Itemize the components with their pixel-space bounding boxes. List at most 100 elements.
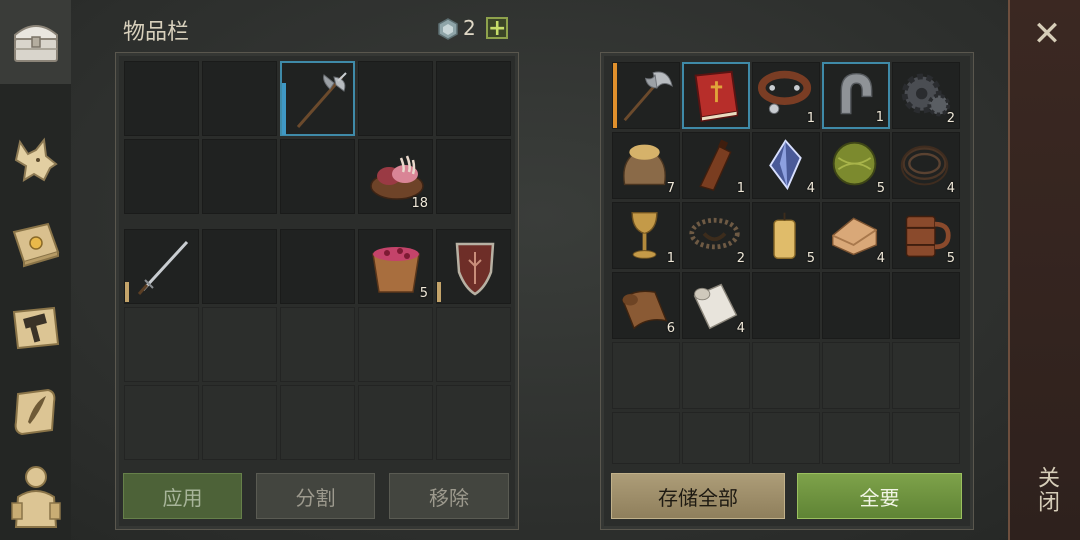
close-panel[interactable]: ✕ 关闭	[1008, 0, 1080, 540]
storage-slot[interactable]: 7	[612, 132, 680, 199]
storage-slot[interactable]: 5	[822, 132, 890, 199]
character-icon	[11, 466, 61, 528]
item-count: 5	[419, 286, 428, 301]
red-book-icon	[694, 70, 739, 122]
item-count: 5	[946, 251, 955, 266]
storage-slot[interactable]	[892, 342, 960, 409]
inventory-slot[interactable]	[436, 307, 511, 382]
storage-slot[interactable]: 1	[822, 62, 890, 129]
leather-scroll-icon	[621, 290, 668, 330]
crystal-icon	[769, 139, 802, 191]
store-all-button[interactable]: 存储全部	[611, 473, 785, 519]
inventory-slot[interactable]	[202, 307, 277, 382]
storage-slot[interactable]	[752, 342, 820, 409]
inventory-slot[interactable]	[124, 307, 199, 382]
storage-slot[interactable]	[892, 272, 960, 339]
inventory-slot-meat[interactable]: 18	[358, 139, 433, 214]
equipment-slot-shield[interactable]	[436, 229, 511, 304]
item-count: 1	[736, 181, 745, 196]
remove-button[interactable]: 移除	[389, 473, 509, 519]
split-button[interactable]: 分割	[256, 473, 375, 519]
character-tab[interactable]	[6, 466, 66, 528]
item-count: 18	[411, 196, 428, 211]
item-count: 4	[876, 251, 885, 266]
apply-button[interactable]: 应用	[123, 473, 242, 519]
inventory-slot[interactable]	[124, 385, 199, 460]
sun-book-tab[interactable]	[6, 214, 66, 274]
inventory-slot[interactable]	[280, 139, 355, 214]
storage-slot[interactable]: 1	[682, 132, 750, 199]
storage-slot[interactable]: 5	[752, 202, 820, 269]
candle-icon	[773, 212, 796, 259]
inventory-slot[interactable]	[280, 385, 355, 460]
storage-slot[interactable]	[682, 412, 750, 464]
item-count: 7	[666, 181, 675, 196]
take-all-button[interactable]: 全要	[797, 473, 962, 519]
rope-icon	[900, 145, 949, 186]
chest-tab[interactable]	[6, 10, 66, 70]
inventory-slot[interactable]	[202, 385, 277, 460]
inventory-slot[interactable]	[280, 307, 355, 382]
hammer-map-icon	[12, 306, 60, 350]
inventory-slot[interactable]	[358, 61, 433, 136]
close-label[interactable]: 关闭	[1010, 460, 1080, 520]
storage-slot[interactable]	[612, 62, 680, 129]
berry-bucket-icon	[372, 247, 420, 293]
item-count: 1	[875, 110, 884, 125]
storage-slot[interactable]: 4	[892, 132, 960, 199]
inventory-slot[interactable]	[436, 385, 511, 460]
storage-slot[interactable]	[752, 272, 820, 339]
item-count: 4	[806, 181, 815, 196]
durability-bar	[282, 83, 286, 135]
inventory-title: 物品栏	[123, 20, 190, 45]
inventory-slot[interactable]	[124, 139, 199, 214]
storage-slot[interactable]: 6	[612, 272, 680, 339]
scroll-feather-icon	[14, 388, 56, 436]
inventory-slot[interactable]	[358, 307, 433, 382]
item-count: 2	[736, 251, 745, 266]
storage-slot[interactable]: 4	[822, 202, 890, 269]
storage-slot[interactable]	[682, 62, 750, 129]
left-sidebar	[0, 0, 71, 540]
equipment-slot-weapon[interactable]	[124, 229, 199, 304]
item-count: 4	[946, 181, 955, 196]
inventory-slot[interactable]	[436, 139, 511, 214]
grain-sack-icon	[623, 144, 666, 186]
inventory-slot[interactable]	[358, 385, 433, 460]
storage-slot[interactable]: 1	[752, 62, 820, 129]
hammer-map-tab[interactable]	[6, 298, 66, 358]
equipment-slot-empty[interactable]	[280, 229, 355, 304]
inventory-slot[interactable]	[202, 139, 277, 214]
inventory-slot[interactable]	[436, 61, 511, 136]
storage-slot[interactable]	[752, 412, 820, 464]
equipment-slot-berry-bucket[interactable]: 5	[358, 229, 433, 304]
storage-slot[interactable]	[822, 272, 890, 339]
close-icon[interactable]: ✕	[1032, 14, 1062, 54]
equipment-slot-empty[interactable]	[202, 229, 277, 304]
storage-slot[interactable]	[682, 342, 750, 409]
durability-bar	[125, 282, 129, 302]
item-count: 6	[666, 321, 675, 336]
add-currency-button[interactable]: +	[486, 17, 508, 40]
storage-slot[interactable]: 2	[682, 202, 750, 269]
inventory-slot[interactable]	[124, 61, 199, 136]
storage-slot[interactable]	[612, 412, 680, 464]
bear-trap-icon	[689, 217, 740, 250]
storage-slot[interactable]	[612, 342, 680, 409]
inventory-slot[interactable]	[202, 61, 277, 136]
wolf-icon	[14, 137, 58, 182]
storage-slot[interactable]	[892, 412, 960, 464]
inventory-slot-halberd[interactable]	[280, 61, 355, 136]
storage-slot[interactable]: 4	[752, 132, 820, 199]
storage-slot[interactable]: 2	[892, 62, 960, 129]
storage-slot[interactable]	[822, 342, 890, 409]
item-count: 5	[806, 251, 815, 266]
storage-slot[interactable]: 1	[612, 202, 680, 269]
sword-icon	[137, 240, 189, 295]
wolf-tab[interactable]	[6, 130, 66, 190]
storage-slot[interactable]: 5	[892, 202, 960, 269]
item-count: 4	[736, 321, 745, 336]
storage-slot[interactable]: 4	[682, 272, 750, 339]
scroll-feather-tab[interactable]	[6, 382, 66, 442]
storage-slot[interactable]	[822, 412, 890, 464]
